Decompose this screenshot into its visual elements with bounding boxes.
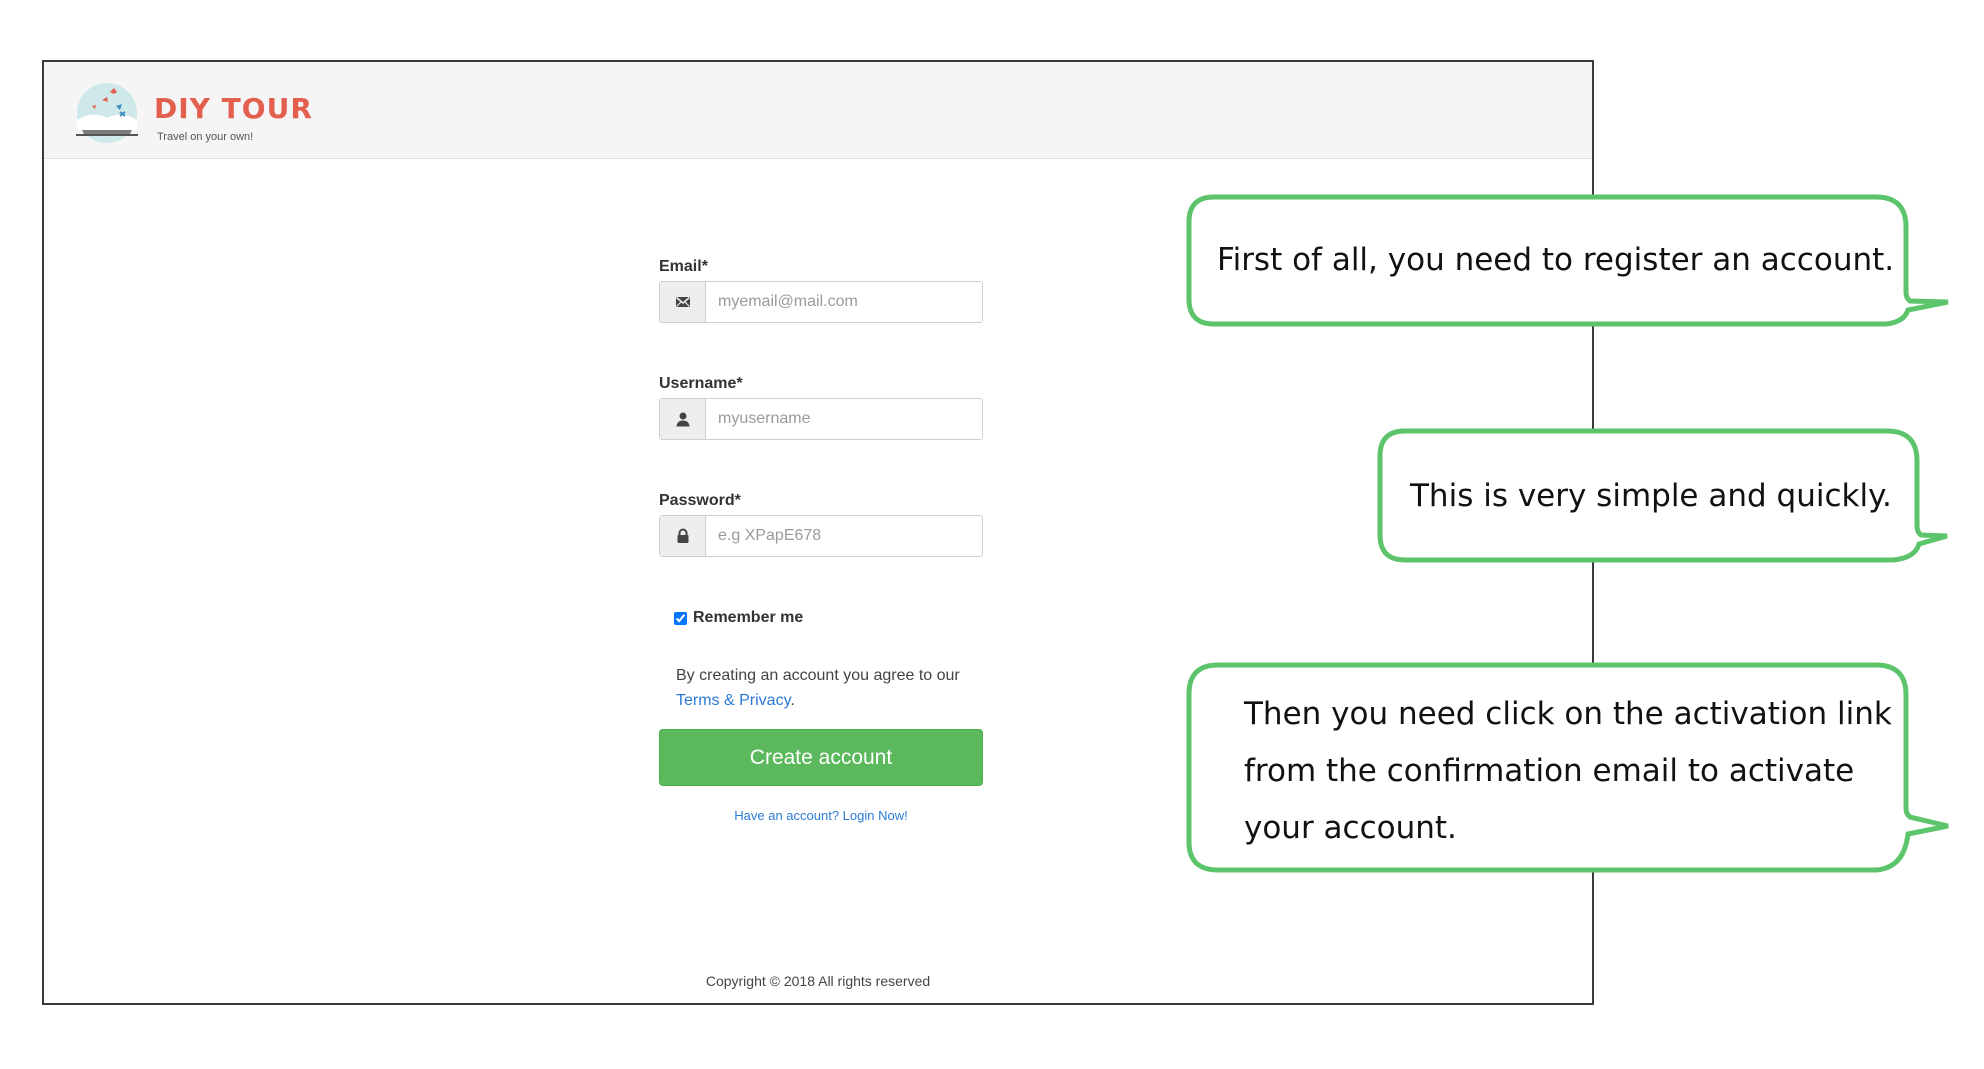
user-icon — [660, 399, 706, 439]
terms-notice: By creating an account you agree to our … — [676, 663, 983, 713]
username-input-group — [659, 398, 983, 440]
brand-name[interactable]: DIY TOUR — [154, 92, 313, 125]
remember-me-checkbox[interactable] — [674, 611, 687, 625]
brand-tagline: Travel on your own! — [157, 131, 254, 143]
username-label: Username* — [659, 375, 743, 392]
password-label: Password* — [659, 492, 741, 509]
login-link[interactable]: Have an account? Login Now! — [659, 808, 983, 823]
callout-text-line-3: your account. — [1244, 810, 1457, 846]
username-field[interactable] — [706, 399, 982, 439]
envelope-icon — [660, 282, 706, 322]
email-field[interactable] — [706, 282, 982, 322]
register-form: Email* Username* Password* Remember me — [659, 258, 983, 823]
callout-text: First of all, you need to register an ac… — [1217, 242, 1895, 278]
lock-icon — [660, 516, 706, 556]
callout-text-line-2: from the confirmation email to activate — [1244, 753, 1855, 789]
terms-prefix: By creating an account you agree to our — [676, 667, 960, 684]
logo-icon[interactable] — [72, 80, 142, 144]
remember-me[interactable]: Remember me — [674, 609, 983, 627]
password-input-group — [659, 515, 983, 557]
remember-me-label: Remember me — [693, 609, 804, 626]
email-input-group — [659, 281, 983, 323]
site-header: DIY TOUR Travel on your own! — [44, 62, 1592, 159]
copyright-text: Copyright © 2018 All rights reserved — [705, 973, 931, 989]
callout-text-line-1: Then you need click on the activation li… — [1244, 696, 1892, 732]
create-account-button[interactable]: Create account — [659, 729, 983, 786]
terms-link[interactable]: Terms & Privacy — [676, 692, 790, 709]
password-field[interactable] — [706, 516, 982, 556]
email-label: Email* — [659, 258, 708, 275]
terms-suffix: . — [790, 692, 795, 709]
callout-text: This is very simple and quickly. — [1410, 478, 1892, 514]
